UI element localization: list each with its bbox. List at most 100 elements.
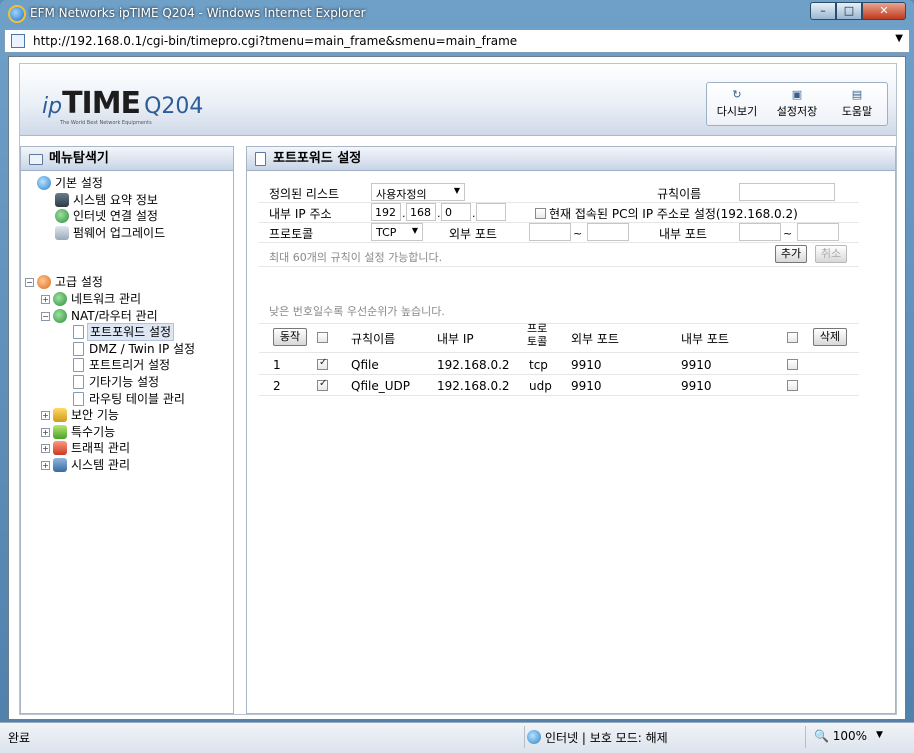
row-rule-name: Qfile_UDP bbox=[351, 379, 410, 393]
tree-traffic-management[interactable]: + 트래픽 관리 bbox=[21, 440, 233, 457]
tree-label: 보안 기능 bbox=[71, 408, 119, 423]
monitor-icon bbox=[55, 192, 69, 207]
use-current-pc-checkbox[interactable] bbox=[535, 208, 546, 219]
select-all-delete-checkbox[interactable] bbox=[787, 332, 798, 343]
tree-item-dmz-twin-ip[interactable]: DMZ / Twin IP 설정 bbox=[21, 341, 233, 358]
tree-item-port-forward[interactable]: 포트포워드 설정 bbox=[21, 323, 233, 342]
tree-item-firmware-upgrade[interactable]: 펌웨어 업그레이드 bbox=[21, 225, 233, 242]
row-number: 1 bbox=[273, 358, 281, 372]
expand-icon[interactable]: + bbox=[41, 444, 50, 454]
zoom-level[interactable]: 🔍 100% bbox=[814, 729, 867, 743]
table-row[interactable]: 1 Qfile 192.168.0.2 tcp 9910 9910 bbox=[259, 354, 859, 375]
status-bar: 완료 인터넷 | 보호 모드: 해제 🔍 100% ▼ bbox=[0, 722, 914, 753]
collapse-icon[interactable]: − bbox=[25, 278, 34, 288]
help-label: 도움말 bbox=[841, 105, 873, 118]
delete-button[interactable]: 삭제 bbox=[813, 328, 847, 346]
tree-basic-settings[interactable]: 기본 설정 bbox=[21, 175, 233, 192]
page-title: 포트포워드 설정 bbox=[273, 151, 362, 166]
add-button[interactable]: 추가 bbox=[775, 245, 807, 263]
internal-port-start-input[interactable] bbox=[739, 223, 781, 241]
tree-item-routing-table[interactable]: 라우팅 테이블 관리 bbox=[21, 391, 233, 408]
logo-model: Q204 bbox=[144, 94, 204, 119]
router-icon bbox=[53, 308, 67, 323]
maximize-button[interactable]: □ bbox=[836, 2, 862, 20]
row-rule-name: Qfile bbox=[351, 358, 379, 372]
window-controls: – □ ✕ bbox=[810, 2, 906, 20]
use-current-pc-label: 현재 접속된 PC의 IP 주소로 설정(192.168.0.2) bbox=[549, 207, 798, 221]
predefined-list-select[interactable]: 사용자정의 ▼ bbox=[371, 183, 465, 201]
tree-item-misc-functions[interactable]: 기타기능 설정 bbox=[21, 374, 233, 391]
save-button[interactable]: ▣ 설정저장 bbox=[767, 83, 827, 125]
expand-icon[interactable]: + bbox=[41, 411, 50, 421]
tree-network-management[interactable]: + 네트워크 관리 bbox=[21, 291, 233, 308]
row-internal-ip: 192.168.0.2 bbox=[437, 358, 510, 372]
chevron-down-icon[interactable]: ▼ bbox=[895, 33, 903, 44]
range-tilde: ~ bbox=[783, 227, 793, 240]
form-row-predefined: 정의된 리스트 사용자정의 ▼ 규칙이름 bbox=[259, 183, 859, 203]
help-button[interactable]: ▤ 도움말 bbox=[827, 83, 887, 125]
document-icon bbox=[73, 358, 84, 373]
row-number: 2 bbox=[273, 379, 281, 393]
tree-item-port-trigger[interactable]: 포트트리거 설정 bbox=[21, 357, 233, 374]
predefined-list-label: 정의된 리스트 bbox=[269, 187, 340, 201]
table-row[interactable]: 2 Qfile_UDP 192.168.0.2 udp 9910 9910 bbox=[259, 375, 859, 396]
zoom-value: 100% bbox=[832, 729, 868, 743]
internet-explorer-icon bbox=[8, 5, 26, 23]
row-delete-checkbox[interactable] bbox=[787, 380, 798, 391]
row-enable-checkbox[interactable] bbox=[317, 357, 328, 370]
rules-table-header: 동작 규칙이름 내부 IP 프로 토콜 외부 포트 내부 포트 삭제 bbox=[259, 322, 859, 353]
external-port-end-input[interactable] bbox=[587, 223, 629, 241]
tree-item-system-summary[interactable]: 시스템 요약 정보 bbox=[21, 192, 233, 209]
internal-port-end-input[interactable] bbox=[797, 223, 839, 241]
protocol-select[interactable]: TCP ▼ bbox=[371, 223, 423, 241]
network-icon bbox=[53, 291, 67, 306]
external-port-start-input[interactable] bbox=[529, 223, 571, 241]
router-admin: ipTIME Q204 The World Best Network Equipm… bbox=[19, 63, 897, 715]
tree-advanced-settings[interactable]: − 고급 설정 bbox=[21, 274, 233, 291]
tree-nat-router[interactable]: − NAT/라우터 관리 bbox=[21, 308, 233, 325]
security-zone[interactable]: 인터넷 | 보호 모드: 해제 bbox=[524, 726, 806, 748]
collapse-icon[interactable]: − bbox=[41, 311, 50, 321]
tree-label: 고급 설정 bbox=[55, 275, 103, 290]
ip-octet-1[interactable]: 192 bbox=[371, 203, 401, 221]
expand-icon[interactable]: + bbox=[41, 427, 50, 437]
tree-label: 트래픽 관리 bbox=[71, 441, 131, 456]
refresh-button[interactable]: ↻ 다시보기 bbox=[707, 83, 767, 125]
page-icon bbox=[11, 34, 25, 48]
close-button[interactable]: ✕ bbox=[862, 2, 906, 20]
expand-icon[interactable]: + bbox=[41, 294, 50, 304]
ip-octet-4[interactable] bbox=[476, 203, 506, 221]
url-text[interactable]: http://192.168.0.1/cgi-bin/timepro.cgi?t… bbox=[33, 34, 517, 48]
protocol-value: TCP bbox=[376, 226, 397, 239]
ip-octet-2[interactable]: 168 bbox=[406, 203, 436, 221]
tree-special-functions[interactable]: + 특수기능 bbox=[21, 424, 233, 441]
max-rules-note: 최대 60개의 규칙이 설정 가능합니다. bbox=[269, 251, 443, 264]
minimize-button[interactable]: – bbox=[810, 2, 836, 20]
tree-label: 기타기능 설정 bbox=[89, 374, 160, 389]
tree-label: 기본 설정 bbox=[55, 176, 103, 190]
tree-label: 특수기능 bbox=[71, 424, 116, 439]
ip-octet-3[interactable]: 0 bbox=[441, 203, 471, 221]
tree-label: 라우팅 테이블 관리 bbox=[89, 391, 185, 406]
expand-icon[interactable]: + bbox=[41, 460, 50, 470]
cancel-button[interactable]: 취소 bbox=[815, 245, 847, 263]
select-all-checkbox[interactable] bbox=[317, 332, 328, 343]
tree-label: 펌웨어 업그레이드 bbox=[73, 225, 166, 240]
chevron-down-icon: ▼ bbox=[453, 186, 460, 195]
tree-security[interactable]: + 보안 기능 bbox=[21, 407, 233, 424]
rule-name-input[interactable] bbox=[739, 183, 835, 201]
priority-note: 낮은 번호일수록 우선순위가 높습니다. bbox=[269, 305, 445, 318]
logo: ipTIME Q204 The World Best Network Equipm… bbox=[42, 86, 204, 126]
tree-label: NAT/라우터 관리 bbox=[71, 308, 158, 323]
tree-item-internet-setup[interactable]: 인터넷 연결 설정 bbox=[21, 208, 233, 225]
action-button[interactable]: 동작 bbox=[273, 328, 307, 346]
menu-tree: 기본 설정 시스템 요약 정보 인터넷 연결 설정 펌웨어 업그레이드 − 고급… bbox=[21, 171, 233, 474]
chevron-down-icon[interactable]: ▼ bbox=[876, 730, 883, 740]
tree-system-management[interactable]: + 시스템 관리 bbox=[21, 457, 233, 474]
row-internal-ip: 192.168.0.2 bbox=[437, 379, 510, 393]
address-bar[interactable]: http://192.168.0.1/cgi-bin/timepro.cgi?t… bbox=[4, 29, 910, 53]
column-header-internal-ip: 내부 IP bbox=[437, 332, 474, 346]
row-enable-checkbox[interactable] bbox=[317, 378, 328, 391]
menu-explorer-title: 메뉴탐색기 bbox=[49, 151, 109, 166]
row-delete-checkbox[interactable] bbox=[787, 359, 798, 370]
